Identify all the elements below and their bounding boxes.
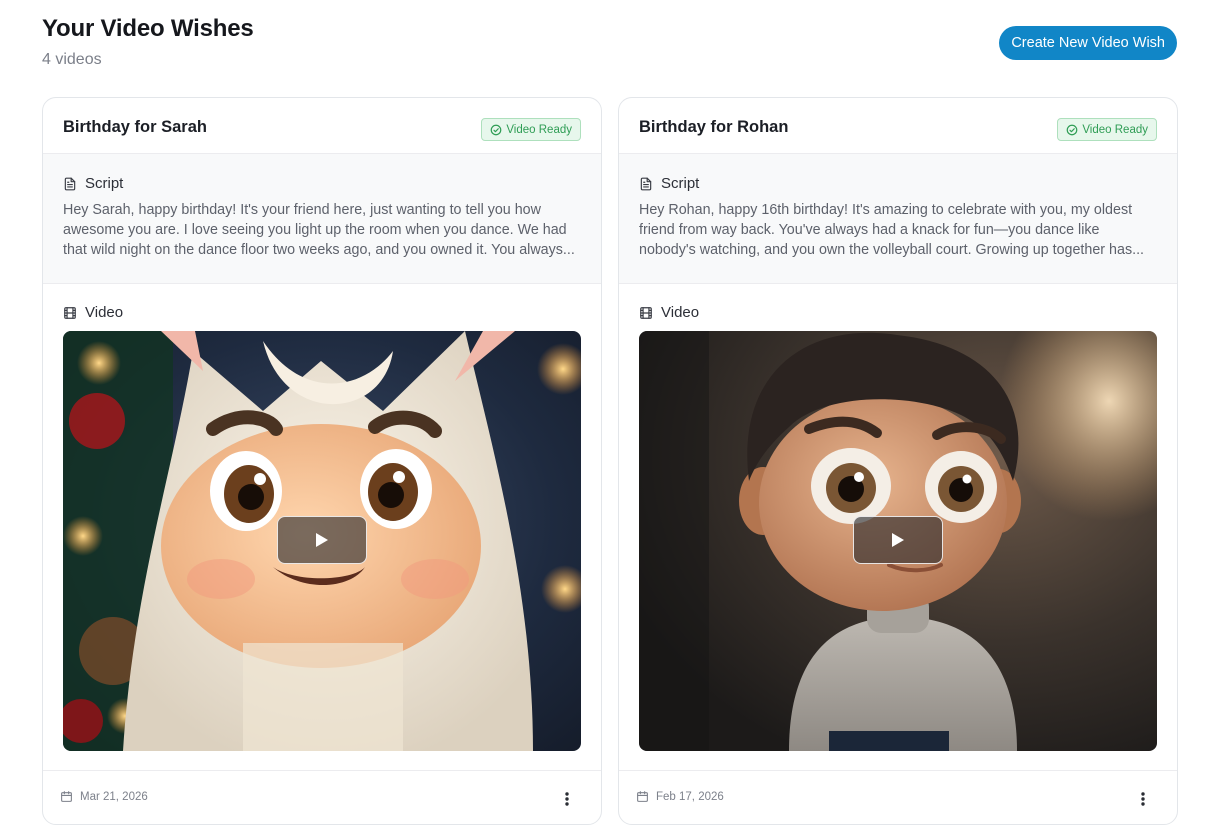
film-icon xyxy=(63,306,77,320)
card-footer: Feb 17, 2026 xyxy=(619,770,1177,824)
document-icon xyxy=(639,177,653,191)
film-icon xyxy=(639,306,653,320)
created-date: Mar 21, 2026 xyxy=(60,790,148,803)
script-text: Hey Rohan, happy 16th birthday! It's ama… xyxy=(639,202,1145,258)
document-icon xyxy=(63,177,77,191)
video-grid: Birthday for Sarah Video Ready Script He… xyxy=(42,97,1178,825)
video-heading: Video xyxy=(63,304,123,321)
more-vertical-icon xyxy=(1141,792,1145,806)
play-button[interactable] xyxy=(853,516,943,564)
card-footer: Mar 21, 2026 xyxy=(43,770,601,824)
more-vertical-icon xyxy=(565,792,569,806)
card-menu-button[interactable] xyxy=(555,787,579,811)
status-label: Video Ready xyxy=(506,123,572,136)
script-text: Hey Sarah, happy birthday! It's your fri… xyxy=(63,202,575,258)
video-section: Video xyxy=(619,285,1177,771)
date-label: Mar 21, 2026 xyxy=(80,790,148,803)
check-circle-icon xyxy=(490,124,502,136)
check-circle-icon xyxy=(1066,124,1078,136)
play-icon xyxy=(891,532,905,548)
created-date: Feb 17, 2026 xyxy=(636,790,724,803)
status-label: Video Ready xyxy=(1082,123,1148,136)
card-menu-button[interactable] xyxy=(1131,787,1155,811)
script-section: Script Hey Sarah, happy birthday! It's y… xyxy=(43,154,601,284)
card-header: Birthday for Sarah Video Ready xyxy=(43,98,601,154)
script-label: Script xyxy=(85,175,124,192)
video-player[interactable] xyxy=(639,331,1157,751)
video-section: Video xyxy=(43,285,601,771)
video-label: Video xyxy=(661,304,700,321)
status-badge: Video Ready xyxy=(1057,118,1157,141)
card-header: Birthday for Rohan Video Ready xyxy=(619,98,1177,154)
play-icon xyxy=(315,532,329,548)
play-button[interactable] xyxy=(277,516,367,564)
calendar-icon xyxy=(60,790,73,803)
video-heading: Video xyxy=(639,304,699,321)
page-header: Your Video Wishes 4 videos Create New Vi… xyxy=(42,14,1177,84)
video-label: Video xyxy=(85,304,124,321)
create-video-wish-button[interactable]: Create New Video Wish xyxy=(999,26,1177,60)
date-label: Feb 17, 2026 xyxy=(656,790,724,803)
video-card: Birthday for Rohan Video Ready Script He… xyxy=(618,97,1178,825)
video-player[interactable] xyxy=(63,331,581,751)
card-title: Birthday for Rohan xyxy=(639,118,789,136)
script-heading: Script xyxy=(63,175,123,192)
script-heading: Script xyxy=(639,175,699,192)
status-badge: Video Ready xyxy=(481,118,581,141)
script-label: Script xyxy=(661,175,700,192)
video-card: Birthday for Sarah Video Ready Script He… xyxy=(42,97,602,825)
card-title: Birthday for Sarah xyxy=(63,118,207,136)
script-section: Script Hey Rohan, happy 16th birthday! I… xyxy=(619,154,1177,284)
calendar-icon xyxy=(636,790,649,803)
